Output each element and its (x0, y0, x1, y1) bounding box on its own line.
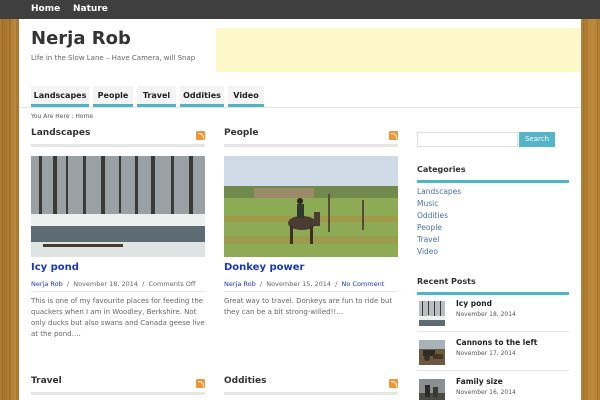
breadcrumb: You Are Here : Home (31, 113, 93, 120)
recent-post-thumb-family-size[interactable] (419, 379, 445, 400)
breadcrumb-current: Home (75, 113, 94, 120)
category-oddities[interactable]: Oddities (417, 211, 448, 220)
oddities-rss-icon[interactable] (389, 379, 398, 388)
donkey-photo (224, 156, 398, 257)
icy-pond-meta: Nerja Rob / November 18, 2014 / Comments… (31, 280, 196, 288)
icy-pond-thumb-photo (419, 301, 445, 326)
travel-rss-icon[interactable] (196, 379, 205, 388)
icy-pond-post-title[interactable]: Icy pond (31, 262, 79, 273)
recent-posts-widget-rule (417, 292, 569, 295)
category-travel[interactable]: Travel (417, 235, 439, 244)
nav-video[interactable]: Video (228, 86, 264, 107)
icy-pond-author-link[interactable]: Nerja Rob (31, 280, 63, 288)
topnav-home-link[interactable]: Home (31, 0, 60, 19)
breadcrumb-prefix: You Are Here : (31, 113, 74, 120)
people-column-rule (224, 144, 398, 147)
oddities-column-rule (224, 392, 398, 395)
top-navigation: Home Nature (0, 0, 600, 19)
categories-widget-rule (417, 180, 569, 183)
recent-post-family-size[interactable]: Family size (456, 377, 503, 386)
nav-oddities[interactable]: Oddities (180, 86, 224, 107)
recent-post-divider (417, 331, 569, 332)
nav-people[interactable]: People (93, 86, 133, 107)
search-input[interactable] (417, 132, 518, 147)
topnav-nature-link[interactable]: Nature (73, 0, 108, 19)
recent-post-icy-pond-date: November 18, 2014 (456, 311, 516, 318)
site-title[interactable]: Nerja Rob (31, 28, 131, 49)
header-banner (216, 28, 580, 72)
donkey-power-image[interactable] (224, 156, 398, 257)
category-landscapes[interactable]: Landscapes (417, 187, 461, 196)
donkey-power-post-title[interactable]: Donkey power (224, 262, 304, 273)
recent-posts-widget-title: Recent Posts (417, 277, 476, 286)
oddities-column-title[interactable]: Oddities (224, 376, 266, 386)
travel-column-title[interactable]: Travel (31, 376, 62, 386)
nav-landscapes[interactable]: Landscapes (31, 86, 89, 107)
nav-divider (19, 107, 581, 108)
icy-pond-photo (31, 156, 205, 257)
donkey-power-meta: Nerja Rob / November 15, 2014 / No Comme… (224, 280, 385, 288)
recent-post-thumb-cannons[interactable] (419, 340, 445, 365)
recent-post-cannons[interactable]: Cannons to the left (456, 338, 537, 347)
category-video[interactable]: Video (417, 247, 438, 256)
categories-widget-title: Categories (417, 165, 466, 174)
travel-column-rule (31, 392, 205, 395)
donkey-power-comments-link[interactable]: No Comment (342, 280, 385, 288)
recent-post-icy-pond[interactable]: Icy pond (456, 299, 492, 308)
recent-post-family-size-date: November 16, 2014 (456, 389, 516, 396)
donkey-power-excerpt: Great way to travel. Donkeys are fun to … (224, 297, 393, 316)
landscapes-column-title[interactable]: Landscapes (31, 128, 90, 138)
icy-pond-comments: Comments Off (148, 280, 196, 288)
cannons-thumb-photo (419, 340, 445, 365)
landscapes-rss-icon[interactable] (196, 131, 205, 140)
icy-pond-excerpt: This is one of my favourite places for f… (31, 297, 205, 338)
donkey-power-author-link[interactable]: Nerja Rob (224, 280, 256, 288)
people-column-title[interactable]: People (224, 128, 259, 138)
landscapes-column-rule (31, 144, 205, 147)
main-navigation: Landscapes People Travel Oddities Video (31, 86, 581, 108)
family-size-thumb-photo (419, 379, 445, 400)
nav-travel[interactable]: Travel (137, 86, 176, 107)
donkey-power-meta-rule (224, 291, 398, 292)
recent-post-thumb-icy-pond[interactable] (419, 301, 445, 326)
people-rss-icon[interactable] (389, 131, 398, 140)
category-music[interactable]: Music (417, 199, 438, 208)
category-people[interactable]: People (417, 223, 442, 232)
page-container: Nerja Rob Life in the Slow Lane – Have C… (19, 19, 581, 400)
icy-pond-meta-rule (31, 291, 205, 292)
recent-post-cannons-date: November 17, 2014 (456, 350, 516, 357)
icy-pond-image[interactable] (31, 156, 205, 257)
donkey-power-date: November 15, 2014 (266, 280, 332, 288)
search-button[interactable]: Search (519, 132, 555, 147)
recent-post-divider (417, 370, 569, 371)
site-description: Life in the Slow Lane – Have Camera, wil… (31, 54, 196, 62)
icy-pond-date: November 18, 2014 (73, 280, 139, 288)
